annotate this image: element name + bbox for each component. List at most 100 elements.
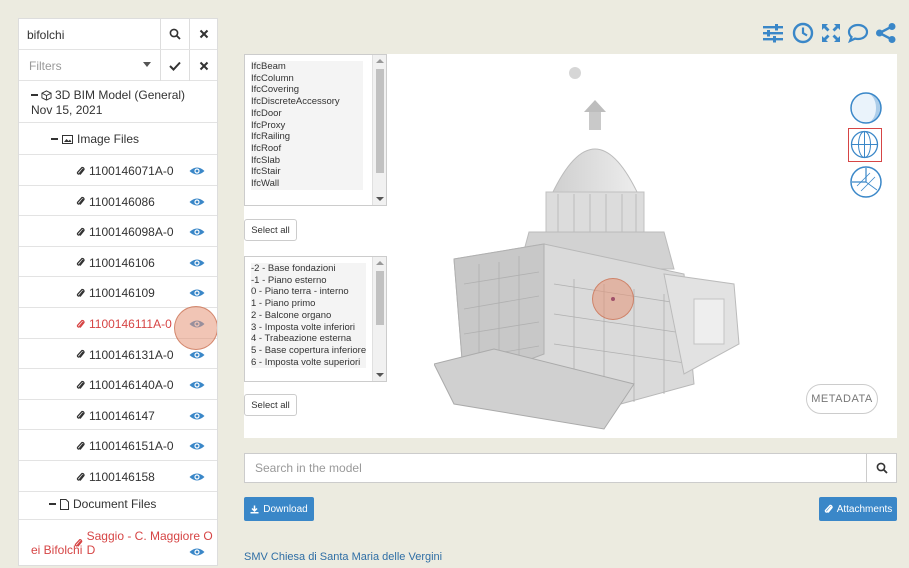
model-search-button[interactable] (866, 454, 896, 482)
sliders-icon[interactable] (762, 22, 784, 44)
scroll-down-icon[interactable] (376, 197, 384, 201)
file-row[interactable]: 1100146109 (19, 277, 217, 308)
list-option[interactable]: IfcDoor (251, 108, 363, 120)
sphere-view-button[interactable] (848, 128, 882, 162)
file-link[interactable]: 1100146147 (76, 409, 155, 423)
list-option[interactable]: IfcSlab (251, 155, 363, 167)
file-link[interactable]: 1100146140A-0 (76, 378, 174, 392)
filters-select[interactable]: Filters (29, 59, 62, 73)
clear-filters-button[interactable] (189, 50, 217, 81)
file-name: 1100146098A-0 (89, 225, 174, 240)
scroll-up-icon[interactable] (376, 59, 384, 63)
list-option[interactable]: 2 - Balcone organo (251, 310, 366, 322)
list-option[interactable]: 0 - Piano terra - interno (251, 286, 366, 298)
eye-icon[interactable] (189, 441, 205, 451)
file-link[interactable]: 1100146098A-0 (76, 225, 174, 239)
comment-icon[interactable] (847, 22, 869, 44)
list-option[interactable]: 6 - Imposta volte superiori (251, 357, 366, 369)
file-link[interactable]: 1100146086 (76, 195, 155, 209)
church-3d-model[interactable] (434, 84, 764, 434)
download-button[interactable]: Download (244, 497, 314, 521)
ifc-list-scrollbar[interactable] (372, 55, 386, 205)
paperclip-icon (76, 349, 85, 358)
list-option[interactable]: IfcBeam (251, 61, 363, 73)
eye-icon[interactable] (189, 288, 205, 298)
file-link[interactable]: 1100146131A-0 (76, 348, 174, 362)
level-options: -2 - Base fondazioni -1 - Piano esterno 0 … (251, 263, 366, 369)
ifc-class-list[interactable]: IfcBeam IfcColumn IfcCovering IfcDiscreteAc… (244, 54, 387, 206)
file-link[interactable]: 1100146106 (76, 256, 155, 270)
collapse-icon (49, 503, 56, 505)
file-icon (60, 498, 69, 510)
left-panel: bifolchi Filters 3D BIM Model (General) … (18, 18, 218, 566)
file-row[interactable]: 1100146098A-0 (19, 216, 217, 247)
tree-model-node[interactable]: 3D BIM Model (General) Nov 15, 2021 (19, 81, 217, 123)
eye-icon[interactable] (189, 227, 205, 237)
perspective-view-icon[interactable] (849, 91, 883, 125)
list-option[interactable]: IfcStair (251, 166, 363, 178)
list-option[interactable]: IfcDiscreteAccessory (251, 96, 363, 108)
file-link[interactable]: 1100146158 (76, 470, 155, 484)
section-view-icon[interactable] (849, 165, 883, 199)
eye-icon[interactable] (189, 166, 205, 176)
list-option[interactable]: 4 - Trabeazione esterna (251, 333, 366, 345)
eye-icon[interactable] (189, 472, 205, 482)
clear-search-button[interactable] (189, 19, 217, 49)
file-row[interactable]: 1100146071A-0 (19, 155, 217, 186)
list-option[interactable]: 3 - Imposta volte inferiori (251, 322, 366, 334)
apply-filters-button[interactable] (160, 50, 189, 81)
search-button[interactable] (160, 19, 189, 49)
scroll-thumb[interactable] (376, 69, 384, 173)
eye-icon[interactable] (189, 380, 205, 390)
file-link[interactable]: 1100146071A-0 (76, 164, 174, 178)
tree-group-image-files[interactable]: Image Files (19, 123, 217, 155)
compass-dot[interactable] (569, 67, 581, 79)
eye-icon[interactable] (189, 411, 205, 421)
file-link[interactable]: 1100146151A-0 (76, 439, 174, 453)
file-row[interactable]: 1100146158 (19, 461, 217, 492)
level-list[interactable]: -2 - Base fondazioni -1 - Piano esterno 0 … (244, 256, 387, 382)
level-list-scrollbar[interactable] (372, 257, 386, 381)
model-search-input[interactable] (255, 461, 855, 475)
list-option[interactable]: IfcWall (251, 178, 363, 190)
file-row[interactable]: 1100146106 (19, 247, 217, 278)
file-row[interactable]: 1100146140A-0 (19, 369, 217, 400)
list-option[interactable]: IfcRailing (251, 131, 363, 143)
tree-group-document-files[interactable]: Document Files (19, 488, 217, 520)
eye-icon[interactable] (189, 547, 205, 557)
image-group-header: Image Files (51, 132, 139, 146)
select-all-classes-button[interactable]: Select all (244, 219, 297, 241)
select-all-levels-button[interactable]: Select all (244, 394, 297, 416)
list-option[interactable]: 1 - Piano primo (251, 298, 366, 310)
clock-icon[interactable] (792, 22, 814, 44)
list-option[interactable]: IfcColumn (251, 73, 363, 85)
list-option[interactable]: IfcProxy (251, 120, 363, 132)
project-link[interactable]: SMV Chiesa di Santa Maria delle Vergini (244, 551, 442, 563)
list-option[interactable]: 5 - Base copertura inferiore (251, 345, 366, 357)
list-option[interactable]: IfcCovering (251, 84, 363, 96)
list-option[interactable]: IfcRoof (251, 143, 363, 155)
paperclip-icon (76, 258, 85, 267)
paperclip-icon (76, 166, 85, 175)
share-icon[interactable] (875, 22, 897, 44)
attachments-button[interactable]: Attachments (819, 497, 897, 521)
list-option[interactable]: -2 - Base fondazioni (251, 263, 366, 275)
file-row[interactable]: 1100146151A-0 (19, 430, 217, 461)
file-row[interactable]: 1100146147 (19, 400, 217, 431)
fullscreen-icon[interactable] (820, 22, 842, 44)
model-viewer[interactable]: IfcBeam IfcColumn IfcCovering IfcDiscreteAc… (244, 54, 897, 438)
eye-icon[interactable] (189, 258, 205, 268)
scroll-down-icon[interactable] (376, 373, 384, 377)
eye-icon[interactable] (189, 350, 205, 360)
scroll-thumb[interactable] (376, 271, 384, 325)
click-highlight (174, 306, 217, 350)
document-item[interactable]: Saggio - C. Maggiore O D ei Bifolchi (19, 520, 217, 565)
file-link[interactable]: 1100146111A-0 (76, 317, 172, 331)
list-option[interactable]: -1 - Piano esterno (251, 275, 366, 287)
scroll-up-icon[interactable] (376, 261, 384, 265)
file-link[interactable]: 1100146109 (76, 286, 155, 300)
search-input[interactable]: bifolchi (27, 28, 64, 42)
file-row[interactable]: 1100146086 (19, 186, 217, 217)
metadata-button[interactable]: METADATA (806, 384, 878, 414)
eye-icon[interactable] (189, 197, 205, 207)
